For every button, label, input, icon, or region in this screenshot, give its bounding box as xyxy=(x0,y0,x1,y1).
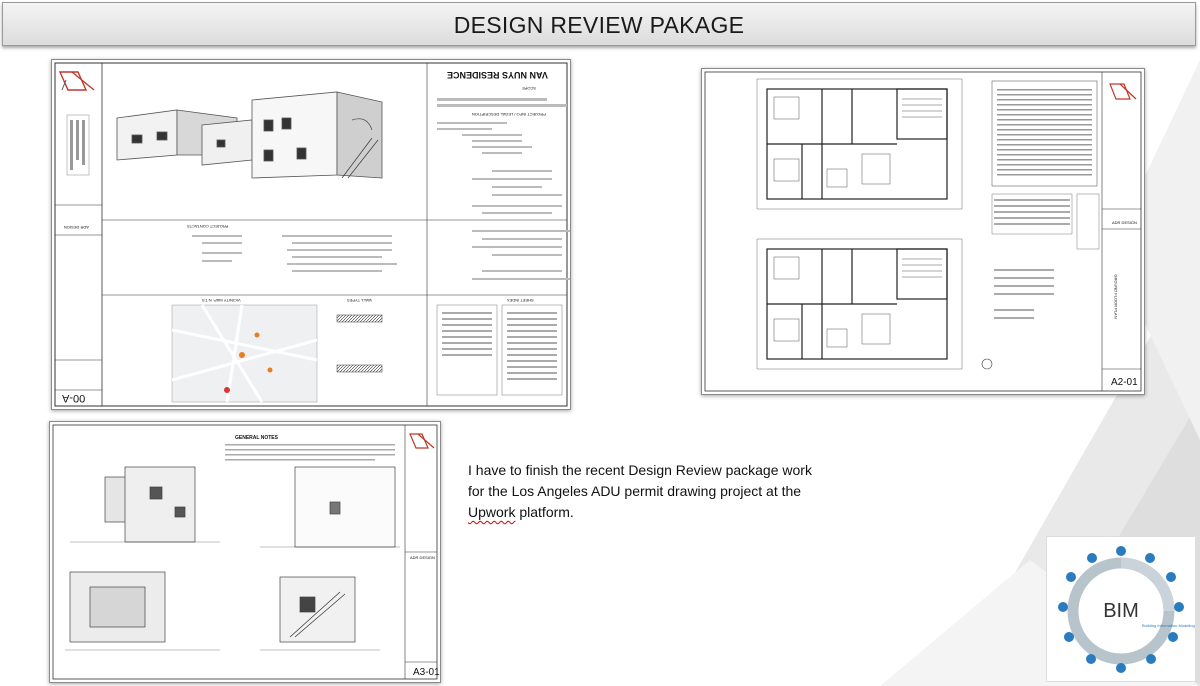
cover-sheet-index-heading: SHEET INDEX xyxy=(507,298,534,303)
cover-project-info-heading: PROJECT INFO / LEGAL DESCRIPTION xyxy=(472,112,546,117)
description-text-end: platform. xyxy=(515,504,574,520)
cover-scope-heading: SCOPE xyxy=(522,86,537,91)
description-text: I have to finish the recent Design Revie… xyxy=(468,462,812,499)
floor-plan-sheet-number: A2-01 xyxy=(1111,377,1138,388)
cover-sheet-number: 00-A xyxy=(62,392,86,404)
cover-wall-types-heading: WALL TYPES xyxy=(347,298,372,303)
bim-diagram-image: BIM Building Information Modeling xyxy=(1046,536,1196,682)
cover-firm-name: ADR DESIGN xyxy=(64,225,89,230)
elevations-sheet-number: A3-01 xyxy=(413,667,440,678)
elevations-notes-heading: GENERAL NOTES xyxy=(235,435,278,441)
floor-plan-firm-name: ADR DESIGN xyxy=(1112,220,1137,225)
floor-plan-side-title: GROUND FLOOR PLAN xyxy=(1113,274,1119,319)
elevations-sheet-image: A3-01 GENERAL NOTES ADR DESIGN xyxy=(49,421,441,683)
description-note: I have to finish the recent Design Revie… xyxy=(468,460,828,523)
page-title: DESIGN REVIEW PAKAGE xyxy=(453,12,745,38)
cover-sheet-image: 00-A VAN NUYS RESIDENCE SCOPE PROJECT IN… xyxy=(51,59,571,410)
cover-contacts-heading: PROJECT CONTACTS xyxy=(187,224,229,229)
bim-cycle-diagram: BIM Building Information Modeling xyxy=(1058,546,1195,673)
elevations-firm-name: ADR DESIGN xyxy=(410,555,435,560)
bim-label: BIM xyxy=(1103,600,1139,622)
adr-logo-icon xyxy=(58,71,95,91)
floor-plan-drawing xyxy=(704,71,1142,392)
bim-sublabel: Building Information Modeling xyxy=(1142,623,1195,628)
cover-project-title: VAN NUYS RESIDENCE xyxy=(447,70,548,80)
title-bar: DESIGN REVIEW PAKAGE xyxy=(2,2,1196,46)
floor-plan-sheet-image: A2-01 ADR DESIGN GROUND FLOOR PLAN xyxy=(701,68,1145,395)
upwork-word: Upwork xyxy=(468,504,516,520)
adr-logo-icon-2 xyxy=(1109,83,1137,100)
cover-vicinity-heading: VICINITY MAP: N.T.S xyxy=(202,298,241,303)
adr-logo-icon-3 xyxy=(409,433,435,449)
elevations-drawing xyxy=(52,424,438,680)
